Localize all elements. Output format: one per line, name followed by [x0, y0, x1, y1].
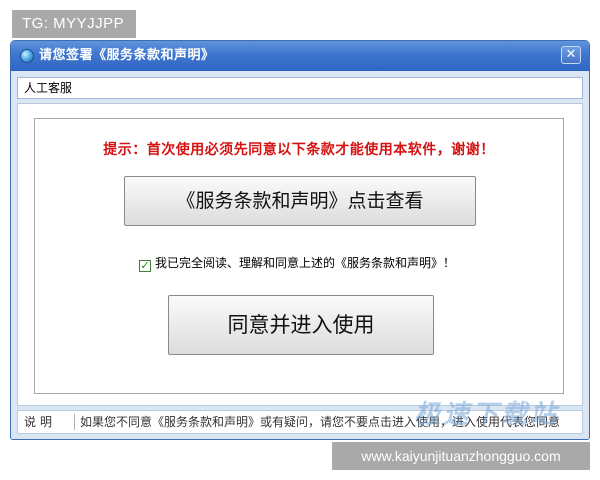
notice-text: 提示：首次使用必须先同意以下条款才能使用本软件，谢谢！ [103, 142, 495, 158]
url-watermark-banner: www.kaiyunjituanzhongguo.com [332, 442, 590, 470]
title-bar[interactable]: 请您签署《服务条款和声明》 ✕ [11, 41, 589, 71]
tg-watermark-label: TG: MYYJJPP [12, 10, 136, 38]
status-label: 说明 [24, 415, 57, 429]
status-separator [74, 414, 75, 430]
dialog-content: 提示：首次使用必须先同意以下条款才能使用本软件，谢谢！ 《服务条款和声明》点击查… [17, 103, 583, 406]
agree-and-enter-button[interactable]: 同意并进入使用 [168, 295, 434, 355]
globe-icon [20, 49, 34, 63]
view-terms-button[interactable]: 《服务条款和声明》点击查看 [124, 176, 476, 226]
menu-item-customer-service[interactable]: 人工客服 [24, 81, 72, 95]
agree-checkbox-row[interactable]: ✓ 我已完全阅读、理解和同意上述的《服务条款和声明》！ [139, 255, 455, 272]
window-title: 请您签署《服务条款和声明》 [39, 48, 215, 63]
close-button[interactable]: ✕ [561, 46, 581, 64]
close-icon: ✕ [565, 47, 577, 62]
watermark-logo: 极速下载站 [414, 400, 560, 430]
menu-bar: 人工客服 [17, 77, 583, 99]
agree-checkbox-label[interactable]: 我已完全阅读、理解和同意上述的《服务条款和声明》！ [155, 256, 455, 270]
checkmark-icon: ✓ [140, 259, 150, 272]
agree-checkbox[interactable]: ✓ [139, 260, 151, 272]
terms-group-box: 提示：首次使用必须先同意以下条款才能使用本软件，谢谢！ 《服务条款和声明》点击查… [34, 118, 564, 394]
terms-dialog-window: 请您签署《服务条款和声明》 ✕ 人工客服 提示：首次使用必须先同意以下条款才能使… [10, 40, 590, 440]
